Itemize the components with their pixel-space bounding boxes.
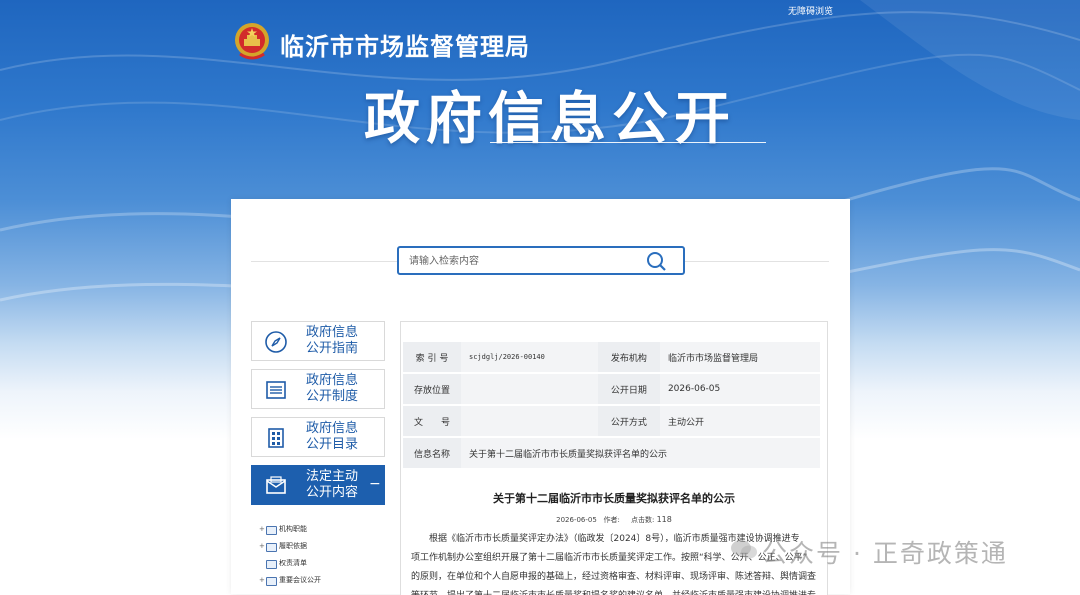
article-meta: 2026-06-05 作者: 点击数: 118: [401, 515, 827, 525]
label-line1: 法定主动: [306, 469, 359, 484]
meta-label: 公开方式: [597, 405, 660, 438]
main-panel: 政府信息 公开指南 政府信息 公开制度: [231, 199, 850, 595]
folder-icon: [266, 577, 277, 586]
article-paragraph-line: 的原则，在单位和个人自愿申报的基础上，经过资格审查、材料评审、现场评审、陈述答辩…: [411, 572, 817, 582]
tree-item-label: 履职依据: [279, 542, 307, 550]
banner-underline: [490, 142, 766, 143]
watermark-text: 公众号 · 正奇政策通: [762, 539, 1008, 568]
search-icon[interactable]: [645, 250, 667, 272]
article-author-label: 作者:: [603, 516, 620, 524]
table-row: 文 号 公开方式 主动公开: [403, 405, 820, 438]
sidebar-item-label: 政府信息 公开指南: [306, 325, 378, 357]
article-clicks: 118: [656, 515, 672, 524]
label-line1: 政府信息: [306, 373, 359, 388]
tree-item-label: 权责清单: [279, 559, 307, 567]
table-row: 索 引 号 scjdglj/2026-00140 发布机构 临沂市市场监督管理局: [403, 342, 820, 374]
tree-expand-toggle[interactable]: +: [259, 572, 265, 589]
sidebar-item-label: 政府信息 公开制度: [306, 373, 378, 405]
meta-label: 索 引 号: [403, 342, 461, 374]
tree-item-label: 重要会议公开: [279, 576, 321, 584]
article-date: 2026-06-05: [556, 516, 597, 524]
label-line2: 公开目录: [306, 437, 359, 452]
sidebar-item-label: 法定主动 公开内容: [306, 469, 378, 501]
collapse-toggle[interactable]: −: [369, 476, 381, 492]
meta-value-publisher: 临沂市市场监督管理局: [659, 342, 820, 374]
sidebar-item-catalog[interactable]: 政府信息 公开目录: [251, 417, 385, 457]
tree-item-meetings[interactable]: + 重要会议公开: [259, 572, 321, 589]
search-box: [397, 246, 685, 275]
compass-icon: [265, 331, 287, 353]
envelope-icon: [266, 476, 286, 494]
tree-item-basis[interactable]: + 履职依据: [259, 538, 321, 555]
scroll-up-icon[interactable]: ▲: [827, 322, 828, 332]
meta-value-name: 关于第十二届临沂市市长质量奖拟获评名单的公示: [461, 437, 820, 470]
article-title: 关于第十二届临沂市市长质量奖拟获评名单的公示: [493, 492, 735, 505]
label-line1: 政府信息: [306, 421, 359, 436]
meta-label: 公开日期: [597, 373, 660, 406]
folder-icon: [266, 526, 277, 535]
label-line2: 公开制度: [306, 389, 359, 404]
meta-label: 文 号: [403, 405, 461, 438]
article-clicks-label: 点击数:: [631, 516, 655, 524]
sidebar-item-label: 政府信息 公开目录: [306, 421, 378, 453]
sidebar-item-guide[interactable]: 政府信息 公开指南: [251, 321, 385, 361]
meta-label: 存放位置: [403, 373, 461, 406]
meta-label: 发布机构: [597, 342, 660, 374]
tree-expand-toggle[interactable]: +: [259, 521, 265, 538]
wechat-icon: [731, 540, 757, 559]
category-tree: + 机构职能 + 履职依据 权责清单 + 重要会议公开: [259, 521, 321, 589]
tree-item-powers-list[interactable]: 权责清单: [259, 555, 321, 572]
document-meta-table: 索 引 号 scjdglj/2026-00140 发布机构 临沂市市场监督管理局…: [403, 342, 820, 470]
site-name: 临沂市市场监督管理局: [280, 33, 530, 61]
search-input[interactable]: [407, 252, 643, 271]
label-line1: 政府信息: [306, 325, 359, 340]
meta-label: 信息名称: [403, 437, 461, 470]
folder-icon: [266, 560, 277, 569]
list-icon: [266, 381, 286, 399]
meta-value-date: 2026-06-05: [659, 373, 820, 406]
meta-value-docno: [461, 405, 598, 438]
tree-expand-toggle[interactable]: +: [259, 538, 265, 555]
sidebar-item-statutory-content[interactable]: 法定主动 公开内容 −: [251, 465, 385, 505]
tree-item-label: 机构职能: [279, 525, 307, 533]
tree-item-functions[interactable]: + 机构职能: [259, 521, 321, 538]
table-row: 存放位置 公开日期 2026-06-05: [403, 373, 820, 406]
catalog-icon: [268, 428, 284, 448]
meta-value-storage: [461, 373, 598, 406]
meta-value-index-no: scjdglj/2026-00140: [461, 342, 598, 374]
folder-icon: [266, 543, 277, 552]
label-line2: 公开指南: [306, 341, 359, 356]
table-row: 信息名称 关于第十二届临沂市市长质量奖拟获评名单的公示: [403, 437, 820, 470]
national-emblem-icon: [235, 23, 269, 60]
accessibility-link[interactable]: 无障碍浏览: [788, 4, 833, 17]
meta-value-method: 主动公开: [659, 405, 820, 438]
sidebar-item-rules[interactable]: 政府信息 公开制度: [251, 369, 385, 409]
label-line2: 公开内容: [306, 485, 359, 500]
